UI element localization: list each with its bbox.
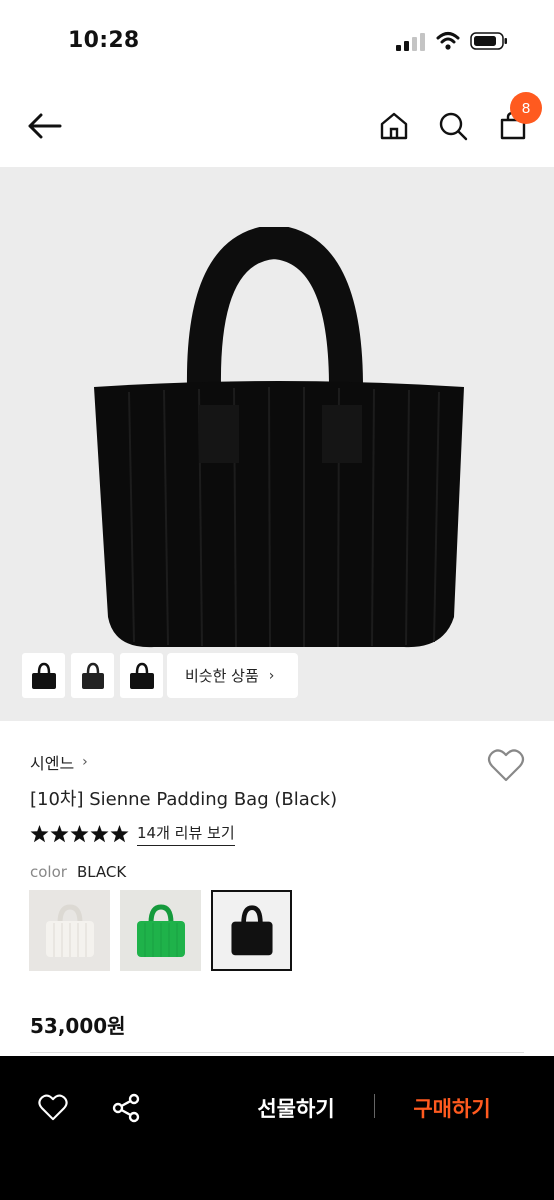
product-price: 53,000원	[30, 1014, 126, 1038]
color-value: BLACK	[76, 863, 127, 881]
swatch-ivory[interactable]	[29, 890, 110, 971]
heart-icon	[487, 749, 525, 782]
thumbnail-strip	[22, 653, 163, 698]
color-option-row: color BLACK	[30, 863, 126, 881]
star-icon	[110, 825, 129, 843]
similar-products-label: 비슷한 상품	[185, 667, 259, 685]
share-icon	[112, 1093, 140, 1123]
heart-icon	[38, 1094, 68, 1121]
status-time: 10:28	[68, 28, 140, 53]
thumbnail-1[interactable]	[22, 653, 65, 698]
chevron-right-icon: ›	[82, 754, 88, 770]
back-arrow-icon	[28, 113, 62, 139]
bag-thumb-icon	[81, 662, 104, 689]
product-bag-image	[94, 227, 464, 648]
bag-thumb-icon	[31, 662, 56, 689]
share-button[interactable]	[106, 1088, 146, 1128]
bottom-wishlist-button[interactable]	[33, 1088, 73, 1128]
bag-thumb-icon	[129, 662, 154, 689]
signal-icon	[396, 33, 425, 51]
divider	[374, 1094, 375, 1118]
home-icon	[380, 112, 408, 140]
back-button[interactable]	[24, 106, 64, 146]
rating-row: 14개 리뷰 보기	[30, 822, 235, 846]
star-icon	[30, 825, 49, 843]
wifi-icon	[436, 32, 460, 50]
star-icon	[70, 825, 89, 843]
gift-button[interactable]: 선물하기	[240, 1090, 352, 1126]
status-bar: 10:28	[0, 0, 554, 80]
rating-stars	[30, 825, 129, 843]
bottom-action-bar: 선물하기 구매하기	[0, 1056, 554, 1200]
star-icon	[90, 825, 109, 843]
swatch-black-selected[interactable]	[211, 890, 292, 971]
wishlist-button[interactable]	[486, 746, 526, 786]
star-icon	[50, 825, 69, 843]
brand-link[interactable]: 시엔느 ›	[30, 750, 88, 774]
review-link[interactable]: 14개 리뷰 보기	[137, 822, 235, 846]
brand-name: 시엔느	[30, 754, 75, 773]
thumbnail-3[interactable]	[120, 653, 163, 698]
cart-count-badge: 8	[510, 92, 542, 124]
battery-icon	[470, 32, 507, 50]
product-image-gallery[interactable]: 비슷한 상품 ›	[0, 167, 554, 721]
ivory-bag-image	[45, 903, 94, 957]
divider	[30, 1052, 524, 1053]
product-title: [10차] Sienne Padding Bag (Black)	[30, 789, 338, 810]
buy-button[interactable]: 구매하기	[396, 1090, 508, 1126]
black-bag-image	[230, 904, 273, 955]
app-header	[0, 88, 554, 164]
similar-products-button[interactable]: 비슷한 상품 ›	[167, 653, 298, 698]
green-bag-image	[136, 903, 185, 957]
search-button[interactable]	[433, 106, 473, 146]
chevron-right-icon: ›	[268, 667, 275, 684]
color-label: color	[30, 863, 67, 881]
search-icon	[439, 112, 468, 141]
color-swatches	[29, 890, 292, 971]
swatch-green[interactable]	[120, 890, 201, 971]
thumbnail-2[interactable]	[71, 653, 114, 698]
home-button[interactable]	[374, 106, 414, 146]
